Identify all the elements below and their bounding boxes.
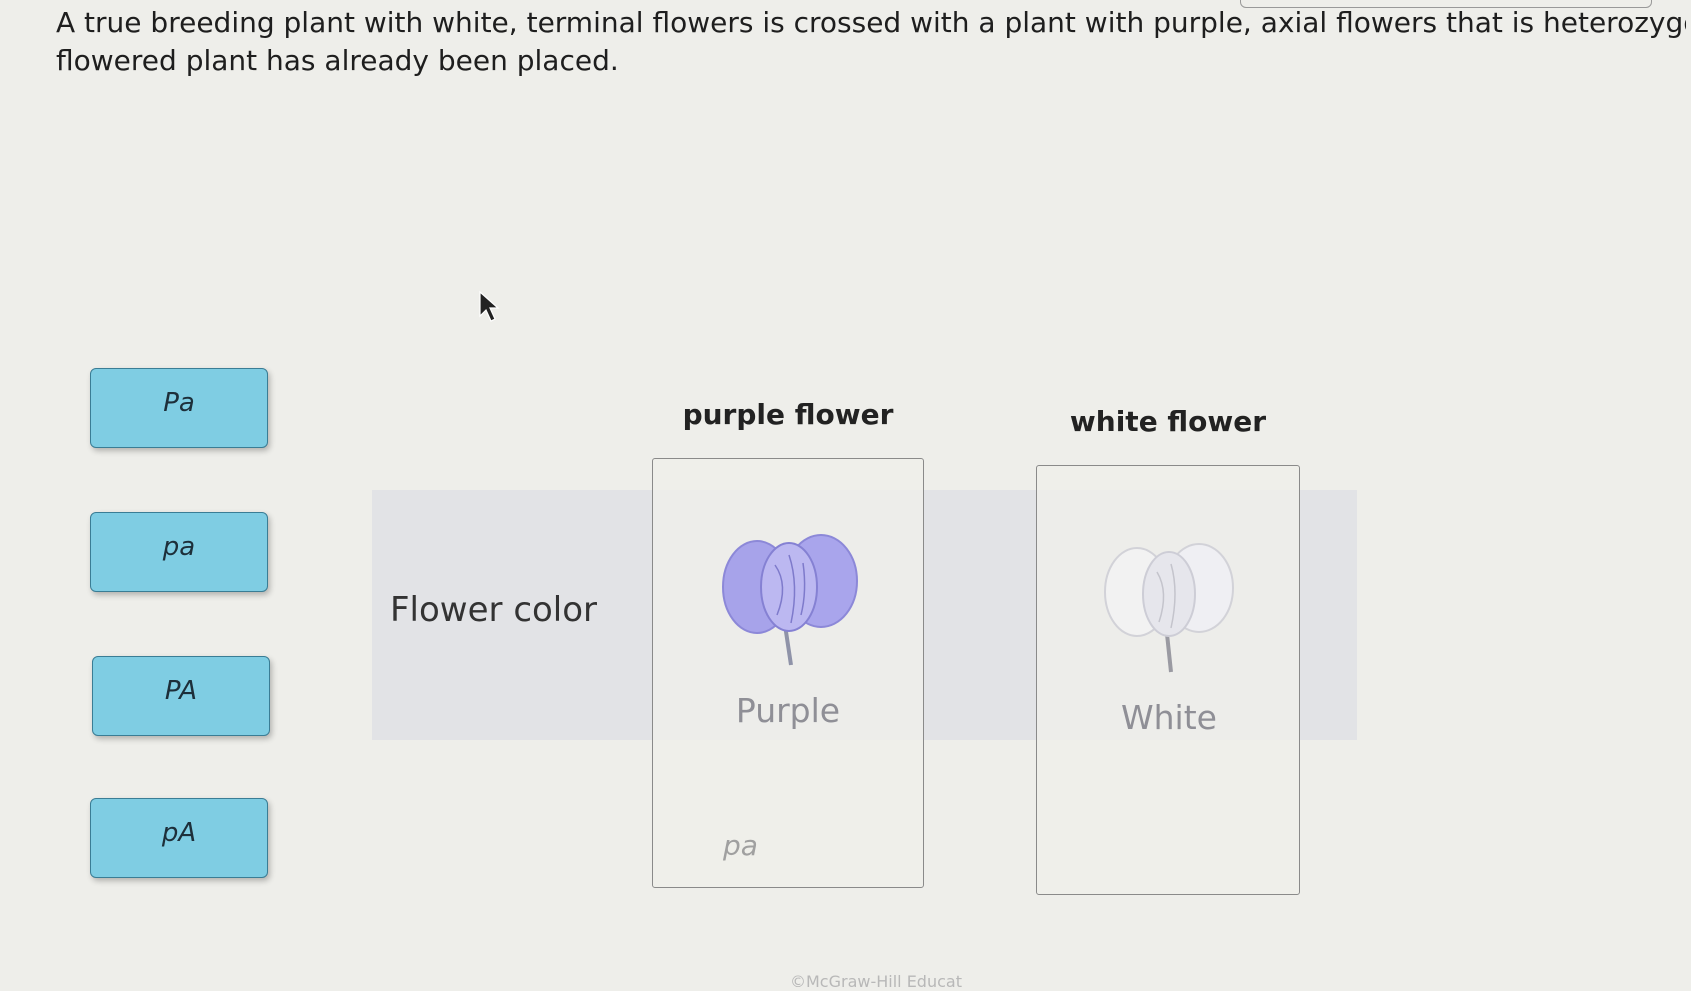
allele-tile-Pa[interactable]: Pa (90, 368, 268, 448)
allele-tile-pA[interactable]: pA (90, 798, 268, 878)
row-label-flower-color: Flower color (390, 590, 598, 630)
placed-allele-pa[interactable]: pa (723, 829, 758, 862)
question-line-1: A true breeding plant with white, termin… (56, 6, 1686, 39)
allele-label: PA (164, 676, 198, 706)
question-text: A true breeding plant with white, termin… (56, 4, 1686, 80)
copyright-footer: ©McGraw-Hill Educat (790, 972, 962, 991)
allele-label: pa (162, 532, 196, 562)
mouse-cursor-icon (479, 290, 500, 322)
allele-tile-pa[interactable]: pa (90, 512, 268, 592)
white-flower-icon (1104, 543, 1234, 673)
phenotype-label-white: White (1121, 698, 1217, 737)
allele-label: pA (161, 818, 197, 848)
drop-target-white-flower[interactable]: White (1036, 465, 1300, 895)
phenotype-label-purple: Purple (735, 691, 841, 730)
allele-label: Pa (163, 388, 195, 418)
allele-tile-PA[interactable]: PA (92, 656, 270, 736)
purple-flower-icon (722, 534, 858, 666)
drop-target-purple-flower[interactable]: Purple pa (652, 458, 924, 888)
column-header-purple-flower: purple flower (682, 398, 894, 431)
column-header-white-flower: white flower (1069, 405, 1267, 438)
question-line-2: flowered plant has already been placed. (56, 44, 619, 77)
